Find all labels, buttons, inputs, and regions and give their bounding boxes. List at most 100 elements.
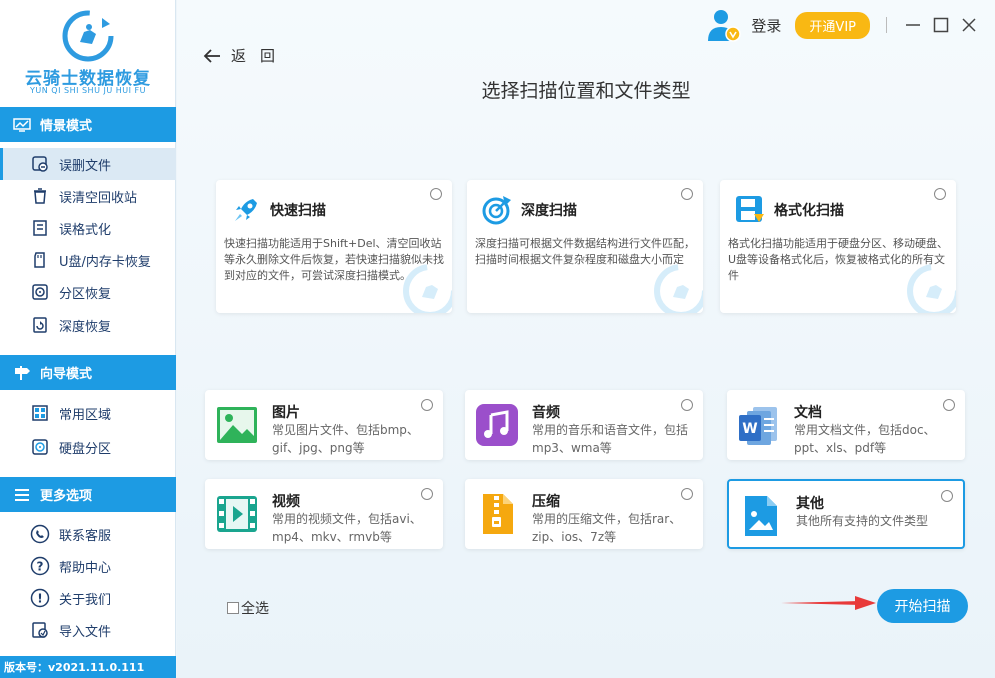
- version-label: 版本号：v2021.11.0.111: [0, 656, 176, 678]
- file-type-name: 音频: [532, 405, 560, 421]
- minimize-icon[interactable]: [901, 13, 925, 37]
- partition-disk-icon: [30, 282, 50, 302]
- sidebar-item-import[interactable]: 导入文件: [0, 614, 176, 646]
- file-type-image[interactable]: 图片 常见图片文件、包括bmp、gif、jpg、png等: [205, 390, 443, 460]
- file-type-name: 文档: [794, 405, 822, 421]
- image-icon: [217, 407, 257, 443]
- file-type-video[interactable]: 视频 常用的视频文件，包括avi、mp4、mkv、rmvb等: [205, 479, 443, 549]
- watermark-logo-icon: [654, 264, 703, 313]
- windows-icon: [30, 403, 50, 423]
- sidebar-item-label: 误格式化: [59, 222, 112, 238]
- sidebar-item-label: 分区恢复: [59, 286, 112, 302]
- file-type-radio[interactable]: [943, 399, 955, 411]
- scan-mode-name: 深度扫描: [521, 203, 577, 219]
- watermark-logo-icon: [403, 264, 452, 313]
- sidebar-item-label: 关于我们: [59, 592, 112, 608]
- knight-logo-icon: [62, 10, 114, 62]
- file-type-archive[interactable]: 压缩 常用的压缩文件，包括rar、zip、ios、7z等: [465, 479, 703, 549]
- sidebar-item-deleted-files[interactable]: 误删文件: [0, 148, 176, 180]
- select-all-checkbox[interactable]: 全选: [227, 598, 269, 618]
- menu-icon: [12, 487, 32, 503]
- scan-mode-name: 格式化扫描: [774, 203, 844, 219]
- section-label: 情景模式: [40, 119, 93, 134]
- sidebar-item-label: 常用区域: [59, 407, 112, 423]
- format-scan-icon: [734, 194, 766, 226]
- chart-monitor-icon: [12, 117, 32, 133]
- help-icon: ?: [30, 556, 50, 576]
- scan-mode-radio[interactable]: [681, 188, 693, 200]
- scan-mode-radio[interactable]: [934, 188, 946, 200]
- deep-scan-icon: [481, 194, 513, 226]
- document-icon: W: [739, 407, 777, 445]
- sidebar-item-label: 导入文件: [59, 624, 112, 640]
- select-all-label: 全选: [241, 601, 269, 617]
- main-panel: 返回 登录 开通VIP 选择扫描位置和文件类型 快速扫描 快速扫描功能适用于Sh…: [177, 0, 995, 678]
- svg-text:!: !: [37, 592, 42, 606]
- file-type-name: 其他: [796, 496, 824, 512]
- sidebar-item-label: 联系客服: [59, 528, 112, 544]
- file-type-document[interactable]: W 文档 常用文档文件，包括doc、ppt、xls、pdf等: [727, 390, 965, 460]
- scan-mode-name: 快速扫描: [270, 203, 326, 219]
- file-type-radio[interactable]: [681, 399, 693, 411]
- close-icon[interactable]: [957, 13, 981, 37]
- info-icon: !: [30, 588, 50, 608]
- deep-recovery-icon: [30, 315, 50, 335]
- import-file-icon: [30, 620, 50, 640]
- file-type-radio[interactable]: [681, 488, 693, 500]
- sidebar-item-help[interactable]: ? 帮助中心: [0, 550, 176, 582]
- app-pinyin: YUN QI SHI SHU JU HUI FU: [30, 86, 146, 95]
- sidebar-item-deep-recovery[interactable]: 深度恢复: [0, 309, 176, 341]
- file-type-other[interactable]: 其他 其他所有支持的文件类型: [727, 479, 965, 549]
- signpost-icon: [12, 365, 32, 381]
- file-type-desc: 常用的音乐和语音文件，包括mp3、wma等: [532, 423, 689, 455]
- scan-mode-deep[interactable]: 深度扫描 深度扫描可根据文件数据结构进行文件匹配，扫描时间根据文件复杂程度和磁盘…: [467, 180, 703, 313]
- file-type-desc: 常见图片文件、包括bmp、gif、jpg、png等: [272, 423, 419, 455]
- login-button[interactable]: 登录: [751, 15, 781, 36]
- maximize-icon[interactable]: [929, 13, 953, 37]
- start-scan-button[interactable]: 开始扫描: [877, 589, 968, 623]
- sidebar-item-label: 误删文件: [59, 158, 112, 174]
- file-type-name: 图片: [272, 405, 300, 421]
- format-disk-icon: [30, 218, 50, 238]
- file-type-radio[interactable]: [421, 488, 433, 500]
- deleted-file-icon: [30, 154, 50, 174]
- section-more-options: 更多选项: [0, 477, 176, 512]
- sidebar-item-partition[interactable]: 分区恢复: [0, 276, 176, 308]
- music-icon: [476, 404, 518, 446]
- video-icon: [217, 496, 257, 532]
- sidebar-item-format[interactable]: 误格式化: [0, 212, 176, 244]
- recycle-bin-icon: [30, 186, 50, 206]
- arrow-left-icon: [203, 48, 220, 63]
- vip-button[interactable]: 开通VIP: [795, 11, 870, 39]
- sd-card-icon: [30, 250, 50, 270]
- sidebar-item-recycle-bin[interactable]: 误清空回收站: [0, 180, 176, 212]
- scan-mode-format[interactable]: 格式化扫描 格式化扫描功能适用于硬盘分区、移动硬盘、U盘等设备格式化后，恢复被格…: [720, 180, 956, 313]
- sidebar-item-label: 误清空回收站: [59, 190, 138, 206]
- section-label: 更多选项: [40, 489, 93, 504]
- file-type-audio[interactable]: 音频 常用的音乐和语音文件，包括mp3、wma等: [465, 390, 703, 460]
- back-button[interactable]: 返回: [203, 45, 289, 66]
- file-type-desc: 常用的视频文件，包括avi、mp4、mkv、rmvb等: [272, 512, 422, 544]
- svg-text:?: ?: [37, 560, 44, 574]
- sidebar-item-common-areas[interactable]: 常用区域: [0, 397, 176, 429]
- checkbox-box[interactable]: [227, 602, 239, 614]
- scan-mode-quick[interactable]: 快速扫描 快速扫描功能适用于Shift+Del、清空回收站等永久删除文件后恢复，…: [216, 180, 452, 313]
- scan-mode-radio[interactable]: [430, 188, 442, 200]
- file-type-desc: 其他所有支持的文件类型: [796, 514, 929, 528]
- svg-text:W: W: [742, 421, 757, 437]
- file-type-name: 压缩: [532, 494, 560, 510]
- user-avatar-icon[interactable]: [705, 7, 742, 43]
- rocket-icon: [230, 194, 262, 226]
- sidebar-item-support[interactable]: 联系客服: [0, 518, 176, 550]
- window-separator: [886, 17, 887, 33]
- page-title: 选择扫描位置和文件类型: [481, 80, 691, 102]
- file-type-desc: 常用的压缩文件，包括rar、zip、ios、7z等: [532, 512, 682, 544]
- sidebar-item-label: U盘/内存卡恢复: [59, 254, 151, 270]
- pointer-arrow-icon: [781, 596, 876, 610]
- sidebar-item-about[interactable]: ! 关于我们: [0, 582, 176, 614]
- file-type-radio[interactable]: [941, 490, 953, 502]
- hard-disk-icon: [30, 437, 50, 457]
- sidebar-item-usb-card[interactable]: U盘/内存卡恢复: [0, 244, 176, 276]
- sidebar-item-disk-partition[interactable]: 硬盘分区: [0, 431, 176, 463]
- file-type-radio[interactable]: [421, 399, 433, 411]
